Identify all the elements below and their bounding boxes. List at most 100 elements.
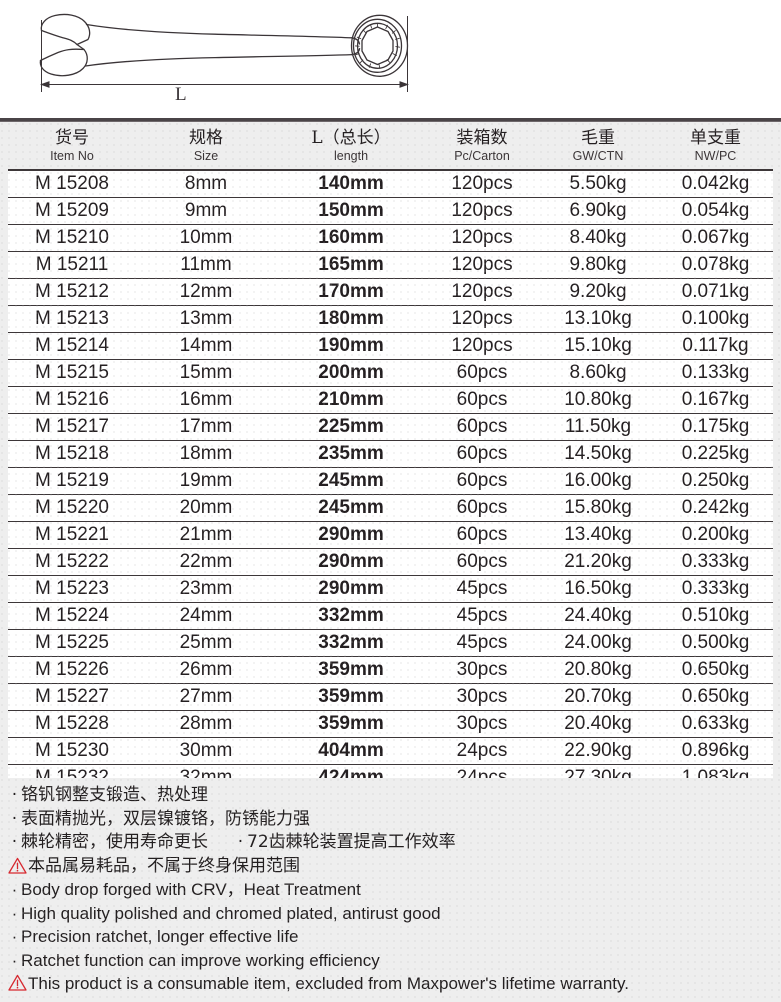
cell-pc-carton: 60pcs — [426, 467, 538, 495]
cell-length: 332mm — [276, 629, 426, 657]
cell-length: 170mm — [276, 278, 426, 306]
cell-gw-ctn: 20.80kg — [538, 656, 658, 684]
cell-nw-pc: 0.500kg — [658, 629, 773, 657]
cell-size: 26mm — [136, 656, 276, 684]
cell-length: 190mm — [276, 332, 426, 360]
column-header-length-en: length — [333, 148, 369, 163]
cell-gw-ctn: 11.50kg — [538, 413, 658, 441]
cell-size: 19mm — [136, 467, 276, 495]
column-header-gw-ctn-cn: 毛重 — [581, 127, 615, 148]
cell-nw-pc: 0.250kg — [658, 467, 773, 495]
cell-pc-carton: 60pcs — [426, 548, 538, 576]
bullet-icon: · — [11, 785, 18, 805]
cell-size: 17mm — [136, 413, 276, 441]
cell-size: 27mm — [136, 683, 276, 711]
cell-nw-pc: 0.896kg — [658, 737, 773, 765]
cell-gw-ctn: 8.60kg — [538, 359, 658, 387]
feature-text: 棘轮精密，使用寿命更长 — [21, 832, 208, 852]
cell-size: 18mm — [136, 440, 276, 468]
specification-table: 货号 Item No 规格 Size L（总长） length 装箱数 Pc/C… — [8, 122, 773, 792]
column-header-item-no-en: Item No — [50, 148, 94, 163]
cell-length: 290mm — [276, 521, 426, 549]
feature-line: · Precision ratchet, longer effective lif… — [0, 925, 781, 949]
column-header-size-en: Size — [193, 148, 219, 163]
table-row: M 15216 16mm 210mm 60pcs 10.80kg 0.167kg — [8, 386, 773, 414]
cell-gw-ctn: 24.00kg — [538, 629, 658, 657]
cell-length: 160mm — [276, 224, 426, 252]
feature-text: 铬钒钢整支锻造、热处理 — [21, 785, 208, 805]
cell-gw-ctn: 24.40kg — [538, 602, 658, 630]
cell-size: 21mm — [136, 521, 276, 549]
cell-item-no: M 15225 — [8, 629, 136, 657]
feature-text: 表面精抛光，双层镍镀铬，防锈能力强 — [21, 808, 310, 829]
cell-size: 14mm — [136, 332, 276, 360]
cell-size: 25mm — [136, 629, 276, 657]
cell-length: 359mm — [276, 710, 426, 738]
cell-item-no: M 15214 — [8, 332, 136, 360]
cell-nw-pc: 0.650kg — [658, 656, 773, 684]
feature-text: High quality polished and chromed plated… — [21, 903, 441, 923]
cell-size: 23mm — [136, 575, 276, 603]
bullet-icon: · — [11, 808, 18, 829]
column-header-length-cn: L（总长） — [311, 127, 391, 148]
column-header-pc-carton: 装箱数 Pc/Carton — [426, 122, 538, 171]
cell-item-no: M 15224 — [8, 602, 136, 630]
feature-text-secondary: 72齿棘轮装置提高工作效率 — [247, 832, 456, 852]
cell-length: 235mm — [276, 440, 426, 468]
table-body: M 15208 8mm 140mm 120pcs 5.50kg 0.042kg M 1520… — [8, 170, 773, 792]
cell-item-no: M 15221 — [8, 521, 136, 549]
table-row: M 15211 11mm 165mm 120pcs 9.80kg 0.078kg — [8, 251, 773, 279]
column-header-gw-ctn-en: GW/CTN — [572, 148, 624, 163]
column-header-length: L（总长） length — [276, 122, 426, 171]
cell-nw-pc: 0.067kg — [658, 224, 773, 252]
cell-nw-pc: 0.100kg — [658, 305, 773, 333]
spec-table-container: 货号 Item No 规格 Size L（总长） length 装箱数 Pc/C… — [0, 122, 781, 792]
cell-pc-carton: 30pcs — [426, 656, 538, 684]
column-header-size-cn: 规格 — [189, 127, 223, 148]
cell-gw-ctn: 13.10kg — [538, 305, 658, 333]
cell-pc-carton: 60pcs — [426, 413, 538, 441]
cell-nw-pc: 0.071kg — [658, 278, 773, 306]
bullet-icon: · — [11, 927, 18, 946]
cell-size: 24mm — [136, 602, 276, 630]
cell-pc-carton: 120pcs — [426, 170, 538, 198]
feature-line: · 表面精抛光，双层镍镀铬，防锈能力强 — [0, 808, 781, 832]
table-header: 货号 Item No 规格 Size L（总长） length 装箱数 Pc/C… — [8, 122, 773, 171]
feature-text: Body drop forged with CRV，Heat Treatment — [21, 880, 361, 899]
cell-length: 245mm — [276, 494, 426, 522]
cell-nw-pc: 0.225kg — [658, 440, 773, 468]
table-row: M 15208 8mm 140mm 120pcs 5.50kg 0.042kg — [8, 170, 773, 198]
cell-length: 245mm — [276, 467, 426, 495]
table-row: M 15209 9mm 150mm 120pcs 6.90kg 0.054kg — [8, 197, 773, 225]
cell-length: 180mm — [276, 305, 426, 333]
cell-size: 11mm — [136, 251, 276, 279]
cell-length: 404mm — [276, 737, 426, 765]
cell-gw-ctn: 15.80kg — [538, 494, 658, 522]
warning-triangle-icon — [8, 857, 27, 874]
table-row: M 15215 15mm 200mm 60pcs 8.60kg 0.133kg — [8, 359, 773, 387]
cell-pc-carton: 45pcs — [426, 575, 538, 603]
column-header-size: 规格 Size — [136, 122, 276, 171]
cell-pc-carton: 120pcs — [426, 305, 538, 333]
cell-pc-carton: 60pcs — [426, 440, 538, 468]
table-row: M 15226 26mm 359mm 30pcs 20.80kg 0.650kg — [8, 656, 773, 684]
cell-pc-carton: 24pcs — [426, 737, 538, 765]
cell-gw-ctn: 20.70kg — [538, 683, 658, 711]
cell-length: 225mm — [276, 413, 426, 441]
table-row: M 15217 17mm 225mm 60pcs 11.50kg 0.175kg — [8, 413, 773, 441]
cell-size: 8mm — [136, 170, 276, 198]
cell-nw-pc: 0.042kg — [658, 170, 773, 198]
cell-nw-pc: 0.200kg — [658, 521, 773, 549]
feature-line: This product is a consumable item, exclu… — [0, 972, 781, 996]
column-header-nw-pc-en: NW/PC — [694, 148, 737, 163]
feature-line: 本品属易耗品，不属于终身保用范围 — [0, 855, 781, 879]
cell-length: 200mm — [276, 359, 426, 387]
bullet-icon: · — [11, 832, 18, 852]
cell-item-no: M 15213 — [8, 305, 136, 333]
table-row: M 15225 25mm 332mm 45pcs 24.00kg 0.500kg — [8, 629, 773, 657]
cell-pc-carton: 60pcs — [426, 494, 538, 522]
warning-triangle-icon — [8, 974, 27, 991]
cell-size: 10mm — [136, 224, 276, 252]
bullet-icon: · — [237, 832, 244, 852]
cell-gw-ctn: 16.50kg — [538, 575, 658, 603]
